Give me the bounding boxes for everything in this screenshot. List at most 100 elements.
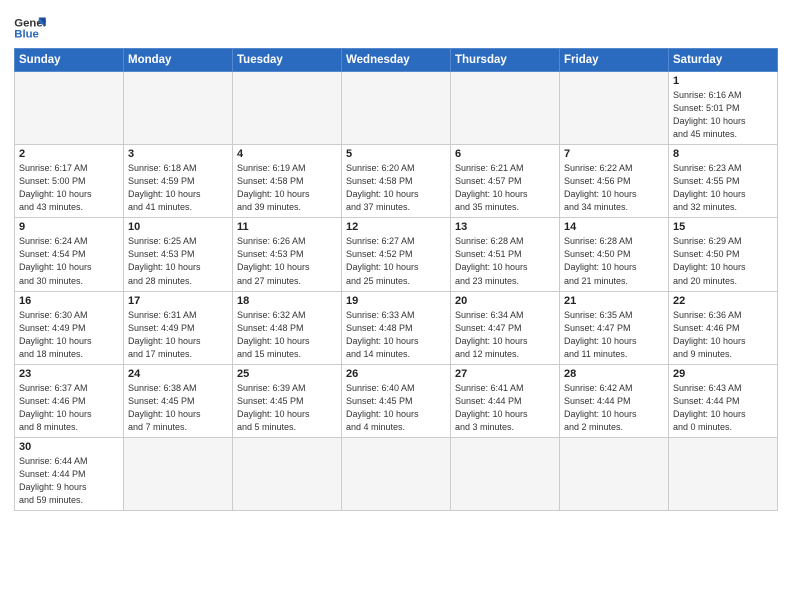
day-number: 2 (19, 148, 119, 160)
day-info: Sunrise: 6:43 AM Sunset: 4:44 PM Dayligh… (673, 382, 773, 434)
day-number: 6 (455, 148, 555, 160)
calendar-cell: 15 Sunrise: 6:29 AM Sunset: 4:50 PM Dayli… (669, 218, 778, 291)
day-number: 26 (346, 368, 446, 380)
calendar-cell: 19 Sunrise: 6:33 AM Sunset: 4:48 PM Dayli… (342, 291, 451, 364)
day-info: Sunrise: 6:35 AM Sunset: 4:47 PM Dayligh… (564, 309, 664, 361)
calendar-cell (342, 437, 451, 510)
day-number: 1 (673, 75, 773, 87)
weekday-thursday: Thursday (451, 49, 560, 72)
calendar-cell: 16Sunrise: 6:30 AM Sunset: 4:49 PM Dayli… (15, 291, 124, 364)
day-number: 10 (128, 221, 228, 233)
day-info: Sunrise: 6:20 AM Sunset: 4:58 PM Dayligh… (346, 162, 446, 214)
calendar-cell: 27 Sunrise: 6:41 AM Sunset: 4:44 PM Dayli… (451, 364, 560, 437)
day-info: Sunrise: 6:25 AM Sunset: 4:53 PM Dayligh… (128, 235, 228, 287)
calendar-cell: 7Sunrise: 6:22 AM Sunset: 4:56 PM Daylig… (560, 145, 669, 218)
calendar-cell: 5 Sunrise: 6:20 AM Sunset: 4:58 PM Daylig… (342, 145, 451, 218)
day-number: 14 (564, 221, 664, 233)
calendar-cell: 25 Sunrise: 6:39 AM Sunset: 4:45 PM Dayli… (233, 364, 342, 437)
day-number: 25 (237, 368, 337, 380)
svg-text:Blue: Blue (14, 29, 39, 41)
logo-icon: General Blue (14, 14, 46, 42)
calendar-week-1: 2 Sunrise: 6:17 AM Sunset: 5:00 PM Daylig… (15, 145, 778, 218)
logo: General Blue (14, 14, 46, 42)
day-number: 11 (237, 221, 337, 233)
calendar-cell: 30 Sunrise: 6:44 AM Sunset: 4:44 PM Dayli… (15, 437, 124, 510)
day-number: 16 (19, 295, 119, 307)
calendar-week-5: 30 Sunrise: 6:44 AM Sunset: 4:44 PM Dayli… (15, 437, 778, 510)
day-info: Sunrise: 6:32 AM Sunset: 4:48 PM Dayligh… (237, 309, 337, 361)
day-number: 8 (673, 148, 773, 160)
calendar-week-0: 1 Sunrise: 6:16 AM Sunset: 5:01 PM Daylig… (15, 72, 778, 145)
day-info: Sunrise: 6:18 AM Sunset: 4:59 PM Dayligh… (128, 162, 228, 214)
day-info: Sunrise: 6:16 AM Sunset: 5:01 PM Dayligh… (673, 89, 773, 141)
day-info: Sunrise: 6:31 AM Sunset: 4:49 PM Dayligh… (128, 309, 228, 361)
day-number: 17 (128, 295, 228, 307)
day-info: Sunrise: 6:44 AM Sunset: 4:44 PM Dayligh… (19, 455, 119, 507)
calendar-cell (124, 437, 233, 510)
weekday-wednesday: Wednesday (342, 49, 451, 72)
calendar-cell: 2 Sunrise: 6:17 AM Sunset: 5:00 PM Daylig… (15, 145, 124, 218)
calendar-cell: 12 Sunrise: 6:27 AM Sunset: 4:52 PM Dayli… (342, 218, 451, 291)
day-info: Sunrise: 6:41 AM Sunset: 4:44 PM Dayligh… (455, 382, 555, 434)
calendar-week-3: 16Sunrise: 6:30 AM Sunset: 4:49 PM Dayli… (15, 291, 778, 364)
calendar-cell (15, 72, 124, 145)
calendar-cell: 23 Sunrise: 6:37 AM Sunset: 4:46 PM Dayli… (15, 364, 124, 437)
calendar-cell: 26 Sunrise: 6:40 AM Sunset: 4:45 PM Dayli… (342, 364, 451, 437)
calendar-table: SundayMondayTuesdayWednesdayThursdayFrid… (14, 48, 778, 511)
day-info: Sunrise: 6:19 AM Sunset: 4:58 PM Dayligh… (237, 162, 337, 214)
calendar-cell: 18Sunrise: 6:32 AM Sunset: 4:48 PM Dayli… (233, 291, 342, 364)
day-number: 15 (673, 221, 773, 233)
day-info: Sunrise: 6:17 AM Sunset: 5:00 PM Dayligh… (19, 162, 119, 214)
day-info: Sunrise: 6:38 AM Sunset: 4:45 PM Dayligh… (128, 382, 228, 434)
day-number: 13 (455, 221, 555, 233)
day-number: 27 (455, 368, 555, 380)
calendar-cell: 10 Sunrise: 6:25 AM Sunset: 4:53 PM Dayli… (124, 218, 233, 291)
day-number: 30 (19, 441, 119, 453)
calendar-cell: 21 Sunrise: 6:35 AM Sunset: 4:47 PM Dayli… (560, 291, 669, 364)
day-info: Sunrise: 6:39 AM Sunset: 4:45 PM Dayligh… (237, 382, 337, 434)
weekday-friday: Friday (560, 49, 669, 72)
day-number: 5 (346, 148, 446, 160)
calendar-cell: 20Sunrise: 6:34 AM Sunset: 4:47 PM Dayli… (451, 291, 560, 364)
calendar-cell (124, 72, 233, 145)
day-number: 3 (128, 148, 228, 160)
day-info: Sunrise: 6:36 AM Sunset: 4:46 PM Dayligh… (673, 309, 773, 361)
calendar-cell (451, 437, 560, 510)
calendar-cell: 13Sunrise: 6:28 AM Sunset: 4:51 PM Dayli… (451, 218, 560, 291)
day-number: 22 (673, 295, 773, 307)
day-number: 24 (128, 368, 228, 380)
day-number: 19 (346, 295, 446, 307)
calendar-cell (233, 72, 342, 145)
day-info: Sunrise: 6:27 AM Sunset: 4:52 PM Dayligh… (346, 235, 446, 287)
weekday-saturday: Saturday (669, 49, 778, 72)
day-info: Sunrise: 6:28 AM Sunset: 4:50 PM Dayligh… (564, 235, 664, 287)
day-info: Sunrise: 6:22 AM Sunset: 4:56 PM Dayligh… (564, 162, 664, 214)
calendar-cell: 3 Sunrise: 6:18 AM Sunset: 4:59 PM Daylig… (124, 145, 233, 218)
day-info: Sunrise: 6:29 AM Sunset: 4:50 PM Dayligh… (673, 235, 773, 287)
day-number: 21 (564, 295, 664, 307)
weekday-monday: Monday (124, 49, 233, 72)
calendar-cell: 11Sunrise: 6:26 AM Sunset: 4:53 PM Dayli… (233, 218, 342, 291)
day-info: Sunrise: 6:40 AM Sunset: 4:45 PM Dayligh… (346, 382, 446, 434)
weekday-header-row: SundayMondayTuesdayWednesdayThursdayFrid… (15, 49, 778, 72)
calendar-cell (342, 72, 451, 145)
day-number: 12 (346, 221, 446, 233)
calendar-cell (560, 72, 669, 145)
calendar-cell: 29 Sunrise: 6:43 AM Sunset: 4:44 PM Dayli… (669, 364, 778, 437)
day-info: Sunrise: 6:24 AM Sunset: 4:54 PM Dayligh… (19, 235, 119, 287)
day-number: 23 (19, 368, 119, 380)
day-info: Sunrise: 6:33 AM Sunset: 4:48 PM Dayligh… (346, 309, 446, 361)
day-number: 28 (564, 368, 664, 380)
weekday-sunday: Sunday (15, 49, 124, 72)
day-number: 29 (673, 368, 773, 380)
calendar-cell: 8Sunrise: 6:23 AM Sunset: 4:55 PM Daylig… (669, 145, 778, 218)
calendar-cell: 1 Sunrise: 6:16 AM Sunset: 5:01 PM Daylig… (669, 72, 778, 145)
calendar-cell: 22 Sunrise: 6:36 AM Sunset: 4:46 PM Dayli… (669, 291, 778, 364)
calendar-cell (233, 437, 342, 510)
day-info: Sunrise: 6:34 AM Sunset: 4:47 PM Dayligh… (455, 309, 555, 361)
header: General Blue (14, 10, 778, 42)
calendar-cell (560, 437, 669, 510)
page: General Blue SundayMondayTuesdayWednesda… (0, 0, 792, 612)
calendar-week-4: 23 Sunrise: 6:37 AM Sunset: 4:46 PM Dayli… (15, 364, 778, 437)
day-info: Sunrise: 6:37 AM Sunset: 4:46 PM Dayligh… (19, 382, 119, 434)
